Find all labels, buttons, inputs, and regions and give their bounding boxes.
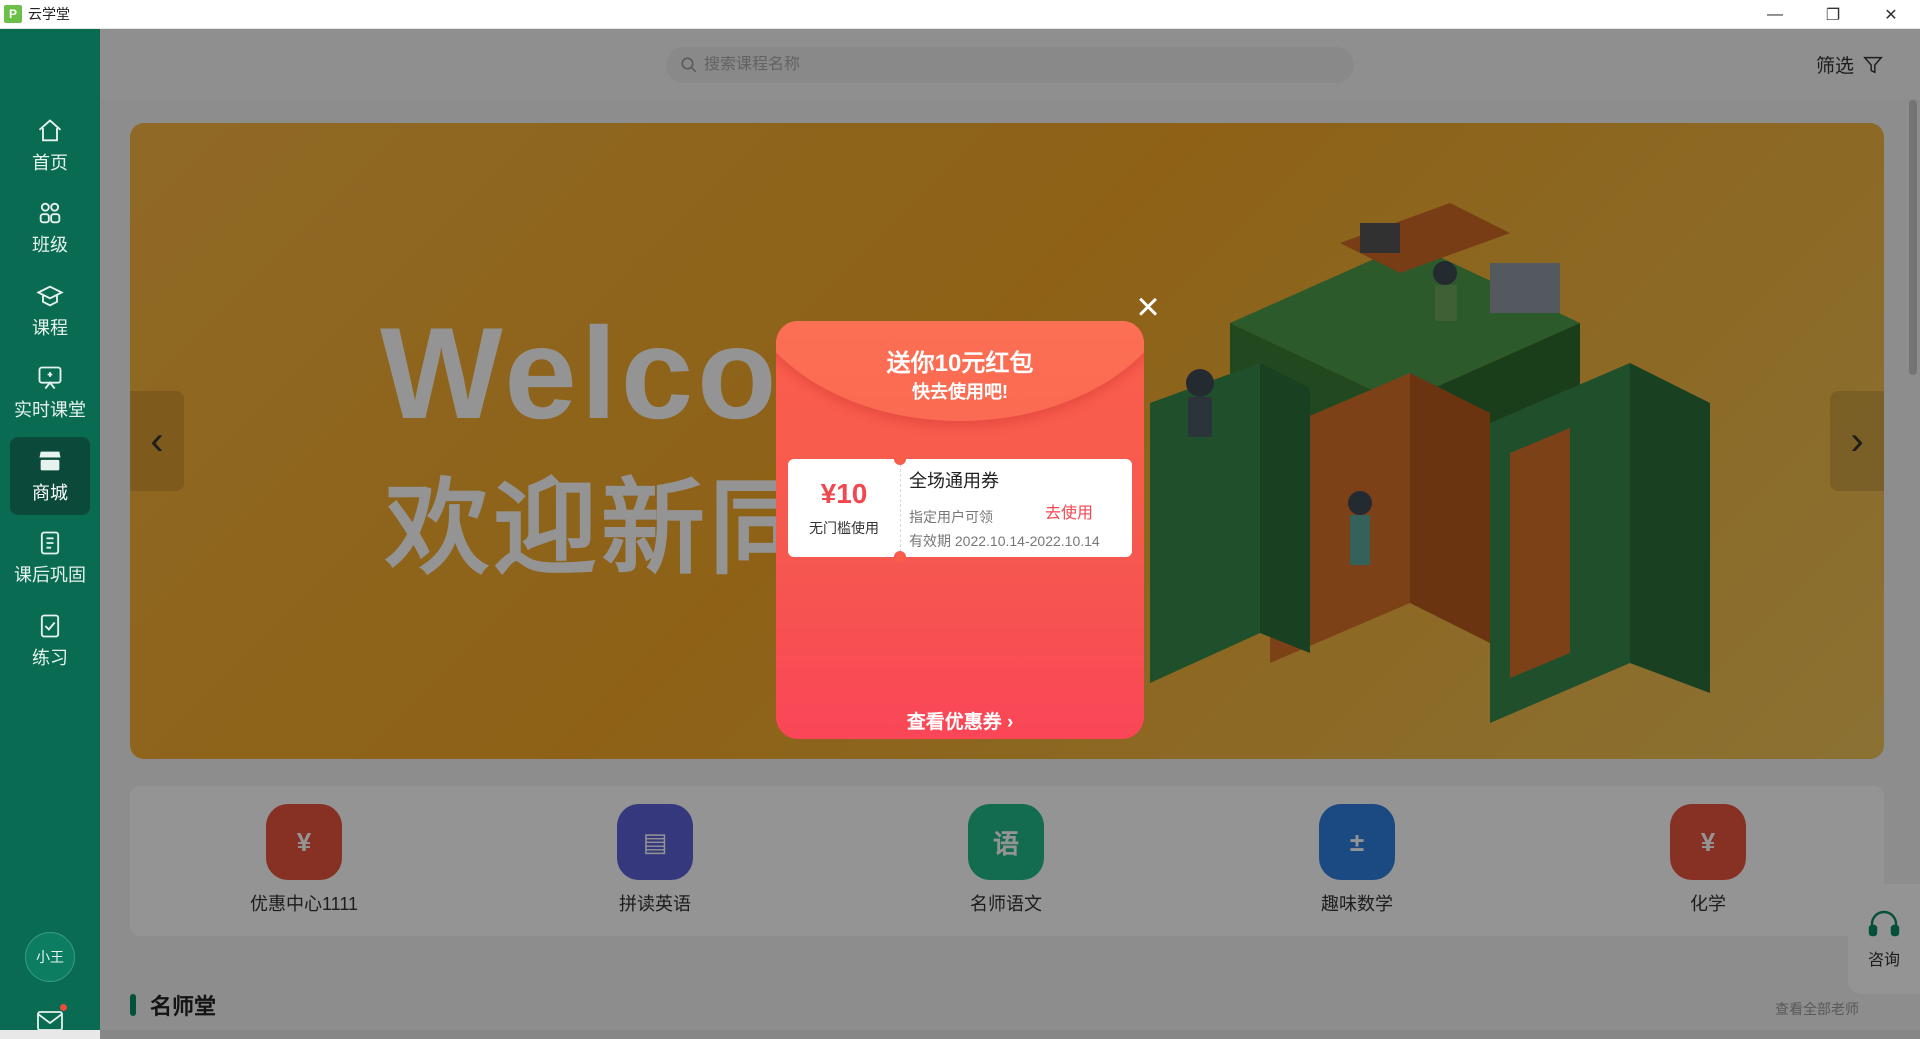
sidebar-item-live-class[interactable]: 实时课堂 [10, 354, 90, 432]
title-bar: P 云学堂 — ❐ ✕ [0, 0, 1920, 29]
sidebar-item-store[interactable]: 商城 [10, 437, 90, 515]
dialog-title: 送你10元红包 [886, 350, 1034, 377]
store-icon [39, 451, 61, 471]
red-packet-dialog: 送你10元红包 快去使用吧! ¥10 无门槛使用 全场通用券 指定用户可领 有效… [776, 321, 1144, 739]
sidebar-item-class[interactable]: 班级 [10, 189, 90, 267]
sidebar-item-course[interactable]: 课程 [10, 272, 90, 350]
maximize-button[interactable]: ❐ [1804, 0, 1862, 29]
coupon-scope: 指定用户可领 [909, 509, 993, 525]
app-title: 云学堂 [28, 6, 70, 22]
home-icon [38, 119, 62, 142]
coupon-card: ¥10 无门槛使用 全场通用券 指定用户可领 有效期 2022.10.14-20… [788, 453, 1132, 563]
coupon-condition: 无门槛使用 [809, 520, 879, 536]
window-controls: — ❐ ✕ [1746, 0, 1920, 29]
app-logo-icon: P [4, 5, 22, 23]
sidebar-item-review[interactable]: 课后巩固 [10, 519, 90, 597]
coupon-expiry: 有效期 2022.10.14-2022.10.14 [909, 533, 1100, 549]
live-class-icon [38, 366, 62, 390]
coupon-name: 全场通用券 [909, 471, 999, 491]
dialog-subtitle: 快去使用吧! [912, 382, 1008, 402]
practice-icon [40, 614, 60, 638]
use-coupon-button[interactable]: 去使用 [1045, 499, 1093, 523]
sidebar-item-label: 课后巩固 [14, 565, 86, 585]
sidebar-item-label: 练习 [32, 648, 68, 668]
sidebar-item-home[interactable]: 首页 [10, 107, 90, 185]
sidebar-item-label: 班级 [32, 235, 68, 255]
coupon-amount: ¥10 [820, 478, 868, 509]
sidebar: 首页 班级 课程 实时课堂 商城 课后巩固 练习 小王 [0, 29, 100, 1039]
sidebar-item-label: 实时课堂 [14, 400, 86, 420]
sidebar-item-label: 课程 [32, 318, 68, 338]
sidebar-item-label: 首页 [32, 153, 68, 173]
close-window-button[interactable]: ✕ [1862, 0, 1920, 29]
view-coupons-link[interactable]: 查看优惠券 › [776, 707, 1144, 734]
review-icon [40, 531, 60, 555]
coupon-detail-panel: 全场通用券 指定用户可领 有效期 2022.10.14-2022.10.14 去… [900, 459, 1132, 557]
minimize-button[interactable]: — [1746, 0, 1804, 29]
sidebar-item-label: 商城 [32, 483, 68, 503]
coupon-value-panel: ¥10 无门槛使用 [788, 459, 900, 557]
coupon-notch [894, 453, 906, 465]
sidebar-item-practice[interactable]: 练习 [10, 602, 90, 680]
unread-badge [60, 1004, 67, 1011]
avatar[interactable]: 小王 [25, 932, 75, 982]
course-icon [36, 285, 64, 307]
coupon-notch [894, 551, 906, 563]
class-icon [39, 202, 61, 224]
